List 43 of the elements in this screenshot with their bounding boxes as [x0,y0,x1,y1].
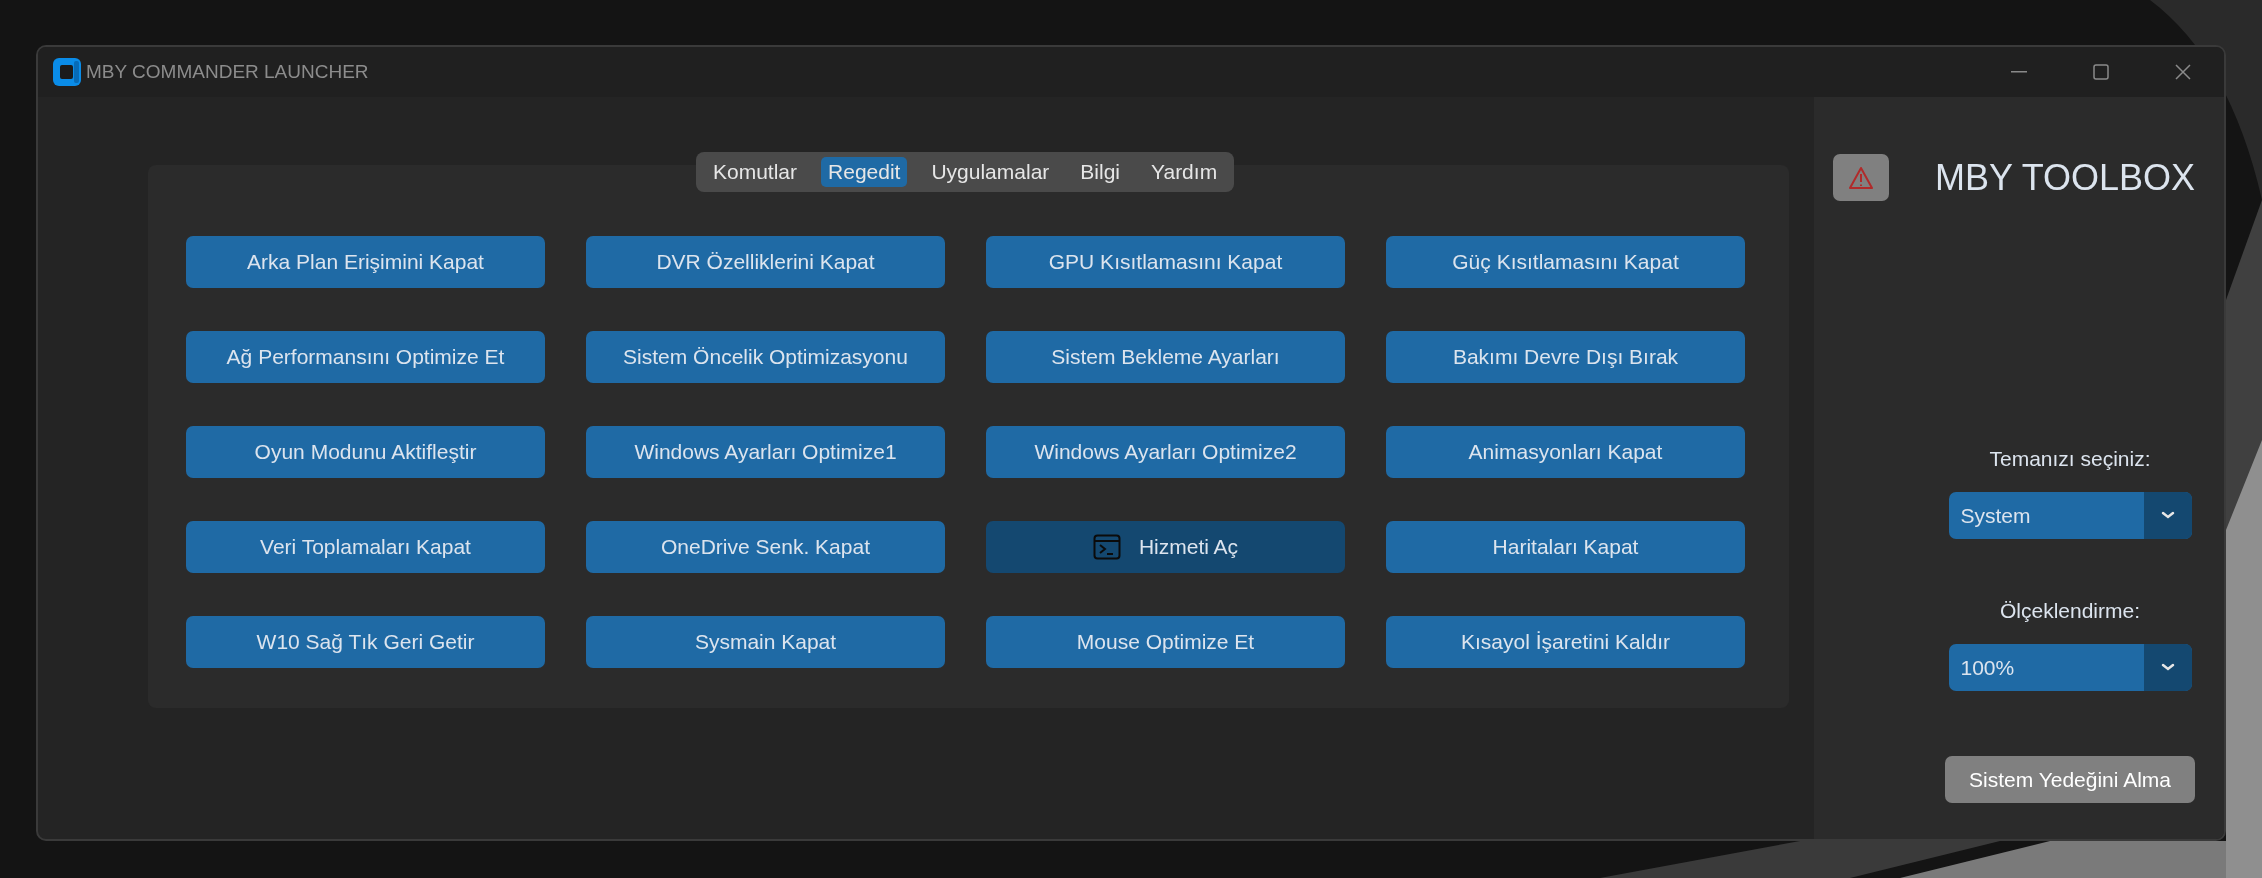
warning-icon [1848,165,1874,190]
dropdown-arrow-button[interactable] [2143,644,2192,691]
action-button[interactable]: DVR Özelliklerini Kapat [586,236,945,288]
action-button[interactable]: Bakımı Devre Dışı Bırak [1386,331,1745,383]
tab[interactable]: Regedit [821,157,908,187]
action-button[interactable]: Windows Ayarları Optimize1 [586,426,945,478]
warning-button[interactable] [1833,154,1889,201]
action-button[interactable]: Hizmeti Aç [986,521,1345,573]
action-button[interactable]: Güç Kısıtlamasını Kapat [1386,236,1745,288]
action-button[interactable]: Arka Plan Erişimini Kapat [186,236,545,288]
dropdown-arrow-button[interactable] [2143,492,2192,539]
close-icon [2175,64,2191,80]
action-button[interactable]: Ağ Performansını Optimize Et [186,331,545,383]
maximize-icon [2093,64,2109,80]
action-button[interactable]: Mouse Optimize Et [986,616,1345,668]
action-button[interactable]: OneDrive Senk. Kapat [586,521,945,573]
sidebar-title: MBY TOOLBOX [1935,156,2196,199]
chevron-down-icon [2160,663,2175,672]
tab[interactable]: Yardım [1144,157,1225,187]
action-button[interactable]: GPU Kısıtlamasını Kapat [986,236,1345,288]
action-button[interactable]: W10 Sağ Tık Geri Getir [186,616,545,668]
terminal-icon [1092,534,1121,560]
action-button[interactable]: Oyun Modunu Aktifleştir [186,426,545,478]
action-button[interactable]: Veri Toplamaları Kapat [186,521,545,573]
action-button[interactable]: Windows Ayarları Optimize2 [986,426,1345,478]
theme-dropdown[interactable]: System [1948,492,2192,539]
action-button[interactable]: Haritaları Kapat [1386,521,1745,573]
app-icon [52,57,82,87]
tab[interactable]: Bilgi [1073,157,1127,187]
tab[interactable]: Komutlar [706,157,805,187]
theme-label: Temanızı seçiniz: [1989,447,2151,471]
action-button[interactable]: Sistem Bekleme Ayarları [986,331,1345,383]
window-title: MBY COMMANDER LAUNCHER [86,61,369,83]
chevron-down-icon [2160,511,2175,520]
action-button[interactable]: Kısayol İşaretini Kaldır [1386,616,1745,668]
minimize-icon [2011,71,2027,73]
scaling-dropdown[interactable]: 100% [1948,644,2192,691]
action-button[interactable]: Animasyonları Kapat [1386,426,1745,478]
backup-button[interactable]: Sistem Yedeğini Alma [1945,756,2195,803]
action-button[interactable]: Sistem Öncelik Optimizasyonu [586,331,945,383]
scaling-label: Ölçeklendirme: [1999,599,2141,623]
action-button[interactable]: Sysmain Kapat [586,616,945,668]
tab[interactable]: Uygulamalar [924,157,1057,187]
